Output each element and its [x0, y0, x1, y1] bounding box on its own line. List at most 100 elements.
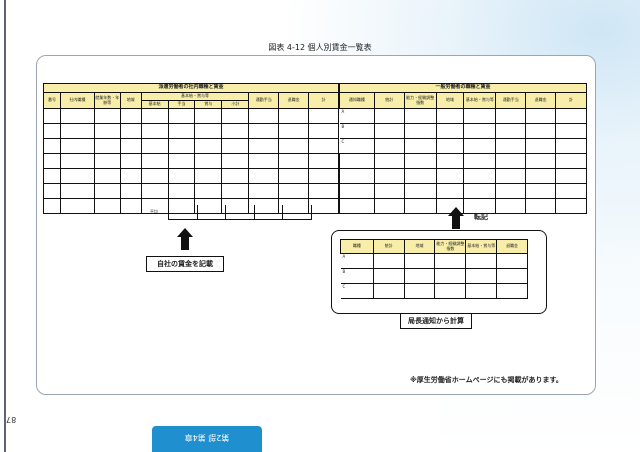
table-cell: [140, 153, 169, 169]
transcribe-label: 転記: [474, 213, 488, 221]
table-cell: [463, 183, 497, 199]
table-cell: [373, 168, 405, 184]
table-cell: [221, 183, 250, 199]
table-cell: [221, 168, 250, 184]
table-cell: [496, 268, 528, 284]
table-cell: [278, 183, 310, 199]
col-header-job: 社内職種: [59, 92, 95, 109]
table-cell: [43, 153, 61, 169]
arrow-up-icon: [448, 207, 464, 229]
table-cell: [308, 183, 339, 199]
table-cell: [194, 123, 223, 139]
table-cell: [194, 153, 223, 169]
table-cell: [525, 153, 557, 169]
table-cell: [248, 183, 280, 199]
table-cell: [194, 108, 223, 124]
table-row: A: [340, 253, 528, 269]
table-cell: [140, 168, 169, 184]
table-cell: [403, 268, 436, 284]
table-row: [43, 168, 339, 184]
table-cell: [373, 123, 405, 139]
left-wage-table: 派遣労働者の社内職種と賃金 番号 社内職種 就業年数・年齢等 地域 基本給・賞与…: [43, 83, 339, 214]
arrow-up-icon: [177, 228, 193, 250]
table-cell: [194, 183, 223, 199]
table-cell: [308, 198, 339, 214]
table-cell: [435, 108, 465, 124]
table-cell: [59, 183, 95, 199]
table-cell: [339, 153, 375, 169]
right-table-title: 一般労働者の職種と賃金: [339, 83, 587, 93]
figure-title: 図表 4-12 個人別賃金一覧表: [268, 43, 372, 52]
table-cell: [278, 168, 310, 184]
table-cell: [221, 153, 250, 169]
table-cell: [167, 153, 196, 169]
sub-header-base-group: 基本給・賞与等: [465, 239, 498, 254]
table-cell: [495, 183, 527, 199]
table-cell: [119, 198, 142, 214]
table-cell: [43, 108, 61, 124]
table-cell: [119, 108, 142, 124]
table-cell: [93, 153, 121, 169]
table-cell: [465, 268, 498, 284]
sub-header-ability-index: 能力・経験調整指数: [434, 239, 467, 254]
average-cell: [198, 205, 227, 219]
table-cell: [194, 168, 223, 184]
table-cell: [167, 108, 196, 124]
table-cell: [435, 123, 465, 139]
table-cell: [434, 253, 467, 269]
col-header-stats: 統計: [373, 92, 405, 109]
table-cell: [248, 108, 280, 124]
table-cell: [93, 183, 121, 199]
table-cell: [140, 108, 169, 124]
table-cell: [339, 168, 375, 184]
table-cell: [555, 183, 587, 199]
row-label: B: [340, 268, 374, 284]
sub-header-retirement: 退職金: [496, 239, 528, 254]
table-row: [43, 153, 339, 169]
table-cell: [403, 123, 437, 139]
table-cell: [373, 108, 405, 124]
col-header-retirement: 退職金: [525, 92, 557, 109]
table-cell: [525, 108, 557, 124]
table-cell: [435, 183, 465, 199]
right-wage-table: 一般労働者の職種と賃金 通知職種 統計 能力・経験調整指数 地域 基本給・賞与等…: [339, 83, 587, 214]
table-row: [43, 183, 339, 199]
table-cell: [308, 108, 339, 124]
table-cell: [308, 138, 339, 154]
col-header-commute: 通勤手当: [248, 92, 280, 109]
row-label: C: [339, 138, 375, 154]
col-header-subtotal: 小計: [221, 100, 250, 109]
table-cell: [435, 168, 465, 184]
table-cell: [93, 138, 121, 154]
table-cell: [373, 153, 405, 169]
table-cell: [463, 168, 497, 184]
table-cell: [119, 123, 142, 139]
table-cell: [403, 198, 437, 214]
table-cell: [403, 153, 437, 169]
table-cell: [43, 198, 61, 214]
row-label: A: [339, 108, 375, 124]
row-label: C: [340, 283, 374, 299]
sub-header-region: 地域: [403, 239, 436, 254]
table-row: [43, 138, 339, 154]
table-cell: [93, 198, 121, 214]
table-cell: [43, 168, 61, 184]
average-cell: [255, 205, 284, 219]
col-header-notified-job: 通知職種: [339, 92, 375, 109]
average-cell: [226, 205, 255, 219]
table-cell: [525, 183, 557, 199]
table-cell: [372, 268, 405, 284]
row-label: A: [340, 253, 374, 269]
table-cell: [496, 283, 528, 299]
table-cell: [93, 123, 121, 139]
table-cell: [555, 138, 587, 154]
own-wage-label: 自社の賃金を記載: [146, 256, 224, 272]
table-cell: [278, 108, 310, 124]
col-header-allowance: 手当: [167, 100, 196, 109]
table-cell: [403, 138, 437, 154]
table-cell: [373, 183, 405, 199]
table-row: A: [339, 108, 587, 124]
table-cell: [308, 168, 339, 184]
table-cell: [495, 108, 527, 124]
table-cell: [465, 283, 498, 299]
